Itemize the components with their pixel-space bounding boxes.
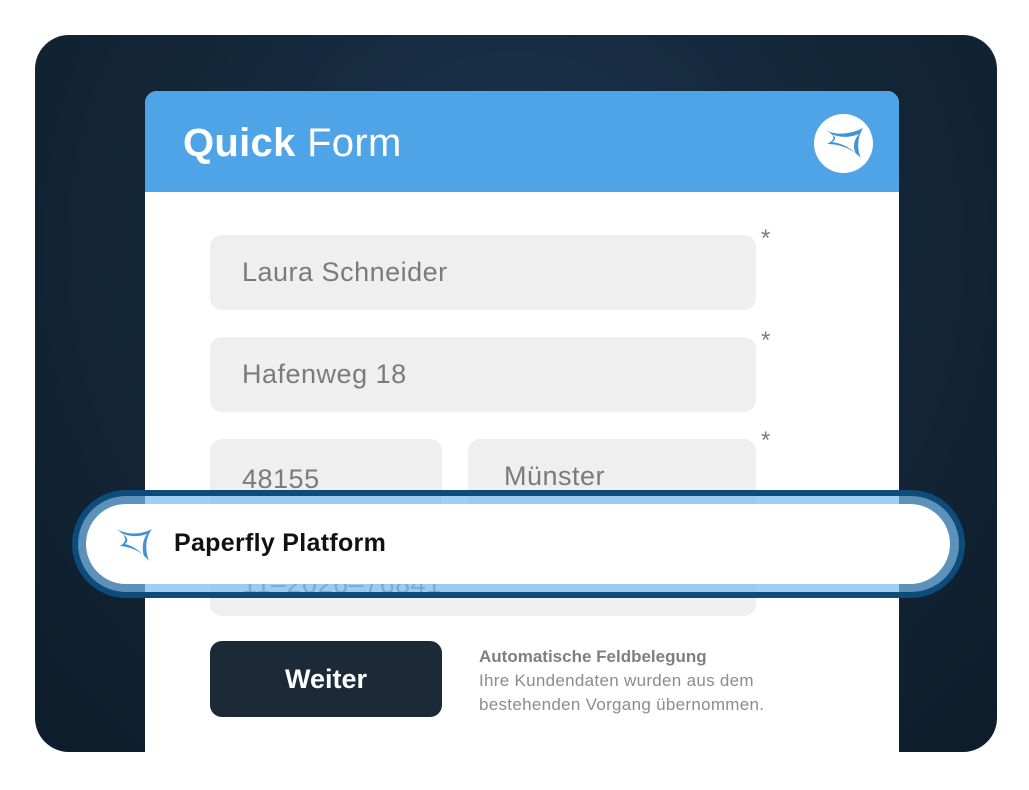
autofill-note-line-2: bestehenden Vorgang übernommen. xyxy=(479,695,765,714)
form-title: Quick Form xyxy=(183,121,402,166)
banner-label: Paperfly Platform xyxy=(174,529,387,557)
paperfly-logo-icon xyxy=(116,529,152,561)
name-field[interactable]: Laura Schneider xyxy=(210,235,756,310)
stage-background: Quick Form Laura Schneider * Hafenweg 18… xyxy=(35,35,997,752)
paperfly-logo-badge xyxy=(814,114,873,173)
autofill-note-line-1: Ihre Kundendaten wurden aus dem xyxy=(479,671,754,690)
form-header: Quick Form xyxy=(145,91,899,192)
paperfly-logo-icon xyxy=(825,128,863,158)
name-required-marker: * xyxy=(761,225,771,252)
autofill-note: Automatische Feldbelegung Ihre Kundendat… xyxy=(479,645,764,717)
street-required-marker: * xyxy=(761,327,771,354)
street-field[interactable]: Hafenweg 18 xyxy=(210,337,756,412)
paperfly-platform-banner: Paperfly Platform xyxy=(86,504,950,584)
form-title-light: Form xyxy=(307,121,402,165)
quick-form-card: Quick Form Laura Schneider * Hafenweg 18… xyxy=(145,91,899,752)
autofill-note-title: Automatische Feldbelegung xyxy=(479,647,707,666)
form-title-bold: Quick xyxy=(183,121,296,165)
weiter-button[interactable]: Weiter xyxy=(210,641,442,717)
city-required-marker: * xyxy=(761,427,771,454)
